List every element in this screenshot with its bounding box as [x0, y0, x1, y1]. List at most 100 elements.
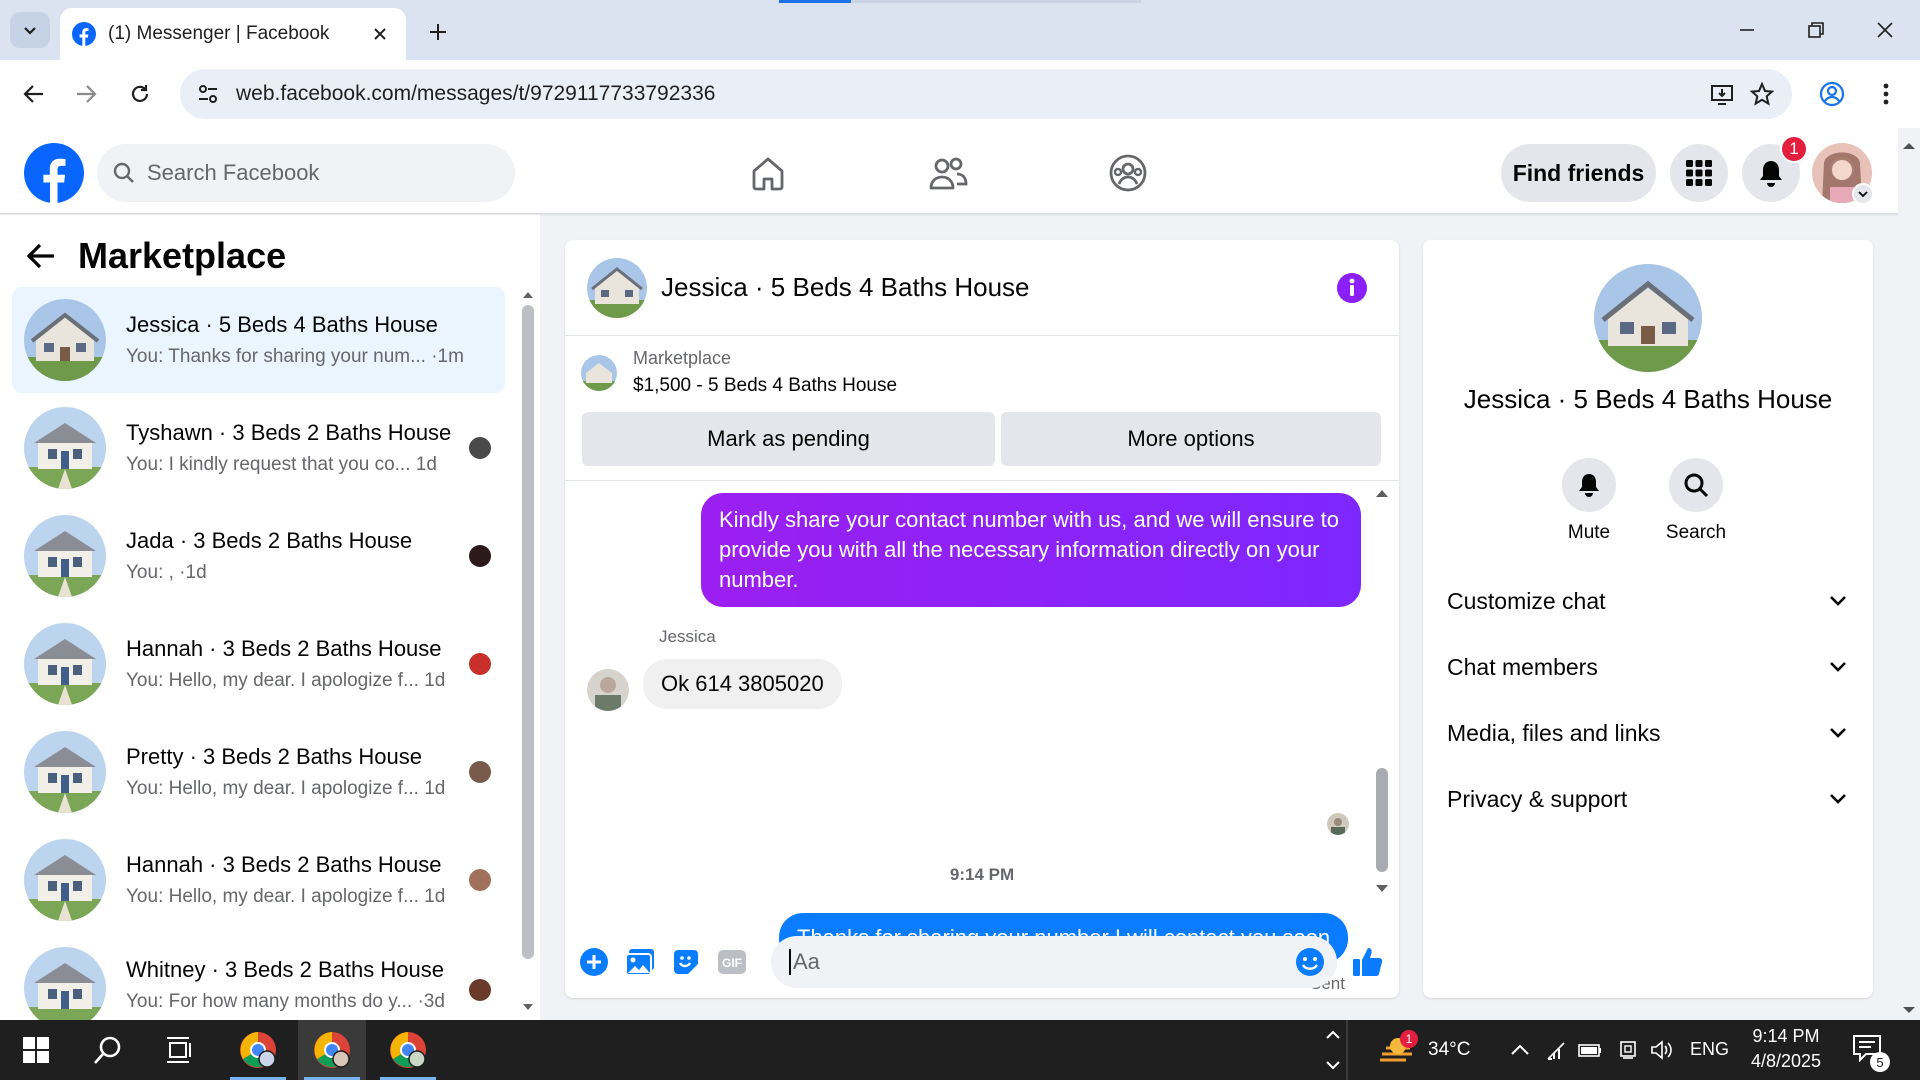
battery-icon[interactable]: [1578, 1041, 1602, 1059]
taskbar-chrome-3[interactable]: [374, 1020, 442, 1080]
back-button[interactable]: [14, 74, 54, 114]
marketplace-label: Marketplace: [633, 348, 732, 368]
chrome-icon: [240, 1032, 276, 1068]
conversation-item[interactable]: Hannah · 3 Beds 2 Baths House You: Hello…: [12, 611, 505, 717]
tab-search-button[interactable]: [10, 12, 50, 48]
network-icon[interactable]: [1546, 1041, 1568, 1061]
close-window-button[interactable]: [1860, 10, 1910, 50]
install-app-button[interactable]: [1702, 74, 1742, 114]
scroll-down-arrow-icon[interactable]: [522, 1003, 534, 1013]
facebook-favicon-icon: [72, 22, 96, 46]
privacy-support-section[interactable]: Privacy & support: [1447, 774, 1847, 824]
chevron-down-icon: [1830, 794, 1846, 804]
chevron-up-icon[interactable]: [1510, 1044, 1530, 1056]
scroll-down-arrow-icon[interactable]: [1375, 884, 1389, 894]
back-arrow-icon[interactable]: [26, 242, 56, 270]
forward-button[interactable]: [66, 74, 106, 114]
tab-close-button[interactable]: [366, 20, 394, 48]
chevron-up-icon[interactable]: [1325, 1028, 1341, 1040]
more-actions-button[interactable]: [577, 945, 611, 979]
facebook-logo[interactable]: [24, 143, 84, 203]
taskbar-search-button[interactable]: [74, 1020, 142, 1080]
taskbar-chrome-1[interactable]: [224, 1020, 292, 1080]
new-tab-button[interactable]: [420, 14, 456, 50]
clock[interactable]: 9:14 PM 4/8/2025: [1740, 1026, 1832, 1072]
message-composer: GIF Aa: [565, 926, 1399, 998]
sticker-button[interactable]: [669, 945, 703, 979]
scroll-up-arrow-icon[interactable]: [522, 289, 534, 299]
restore-button[interactable]: [1791, 10, 1841, 50]
incoming-message: Ok 614 3805020: [643, 659, 842, 709]
conversation-avatar[interactable]: [1594, 264, 1702, 372]
chrome-menu-button[interactable]: [1866, 74, 1906, 114]
task-view-button[interactable]: [146, 1020, 214, 1080]
scroll-up-arrow-icon[interactable]: [1898, 136, 1920, 156]
site-info-button[interactable]: [188, 74, 228, 114]
mute-action[interactable]: Mute: [1539, 458, 1639, 544]
chat-members-section[interactable]: Chat members: [1447, 642, 1847, 692]
conversation-item[interactable]: Jada · 3 Beds 2 Baths House You: , ·1d: [12, 503, 505, 609]
scroll-thumb[interactable]: [1376, 768, 1388, 872]
conversation-list-scrollbar[interactable]: [522, 281, 534, 961]
chat-title[interactable]: Jessica · 5 Beds 4 Baths House: [661, 272, 1335, 303]
sender-avatar[interactable]: [587, 669, 629, 711]
bookmark-button[interactable]: [1742, 74, 1782, 114]
search-facebook-input[interactable]: Search Facebook: [97, 144, 515, 202]
message-input[interactable]: Aa: [771, 936, 1337, 988]
tab-messenger[interactable]: (1) Messenger | Facebook: [60, 8, 406, 60]
scroll-down-arrow-icon[interactable]: [1898, 1000, 1920, 1020]
search-action[interactable]: Search: [1646, 458, 1746, 544]
nav-groups[interactable]: [1098, 148, 1158, 198]
minimize-button[interactable]: [1722, 10, 1772, 50]
taskbar-chrome-2[interactable]: [298, 1020, 366, 1080]
emoji-icon[interactable]: [1295, 947, 1325, 977]
account-menu-caret[interactable]: [1852, 183, 1874, 205]
chevron-down-icon: [1858, 191, 1868, 198]
menu-button[interactable]: [1670, 144, 1728, 202]
device-icon[interactable]: [1618, 1040, 1638, 1060]
more-options-button[interactable]: More options: [1001, 412, 1381, 466]
profile-button[interactable]: [1812, 74, 1852, 114]
conversation-item[interactable]: Tyshawn · 3 Beds 2 Baths House You: I ki…: [12, 395, 505, 501]
conversation-item[interactable]: Whitney · 3 Beds 2 Baths House You: For …: [12, 935, 505, 1021]
house-thumbnail: [24, 623, 106, 705]
marketplace-listing[interactable]: Marketplace $1,500 - 5 Beds 4 Baths Hous…: [581, 348, 897, 397]
conversation-item[interactable]: Hannah · 3 Beds 2 Baths House You: Hello…: [12, 827, 505, 933]
house-thumbnail: [24, 407, 106, 489]
chevron-down-icon: [1830, 662, 1846, 672]
thread-scrollbar[interactable]: [1375, 480, 1389, 916]
chevron-down-icon[interactable]: [1325, 1060, 1341, 1072]
mark-as-pending-button[interactable]: Mark as pending: [582, 412, 995, 466]
like-button[interactable]: [1351, 945, 1385, 979]
customize-chat-section[interactable]: Customize chat: [1447, 576, 1847, 626]
house-thumbnail: [24, 947, 106, 1021]
language-indicator[interactable]: ENG: [1690, 1039, 1729, 1060]
conversation-preview: You: , ·1d: [126, 562, 207, 583]
listing-thumbnail: [581, 354, 617, 391]
attach-photo-button[interactable]: [623, 945, 657, 979]
chat-avatar[interactable]: [587, 257, 647, 318]
speaker-icon[interactable]: [1650, 1040, 1674, 1060]
scroll-thumb[interactable]: [522, 305, 534, 959]
notification-count-badge: 5: [1870, 1052, 1890, 1072]
search-icon: [113, 162, 134, 183]
conversation-item[interactable]: Jessica · 5 Beds 4 Baths House You: Than…: [12, 287, 505, 393]
scroll-up-arrow-icon[interactable]: [1375, 488, 1389, 498]
search-icon: [1684, 473, 1709, 498]
nav-home[interactable]: [738, 148, 798, 198]
gif-button[interactable]: GIF: [715, 945, 749, 979]
conversation-name: Jada · 3 Beds 2 Baths House: [126, 528, 413, 553]
conversation-item[interactable]: Pretty · 3 Beds 2 Baths House You: Hello…: [12, 719, 505, 825]
reload-button[interactable]: [120, 74, 160, 114]
find-friends-button[interactable]: Find friends: [1501, 144, 1656, 202]
info-icon[interactable]: [1335, 271, 1369, 305]
media-files-links-section[interactable]: Media, files and links: [1447, 708, 1847, 758]
facebook-logo-icon: [24, 143, 84, 203]
nav-friends[interactable]: [918, 148, 978, 198]
url-text[interactable]: web.facebook.com/messages/t/972911773379…: [236, 82, 1702, 106]
page-scrollbar[interactable]: [1898, 128, 1920, 1020]
conversation-preview: You: Hello, my dear. I apologize f... 1d: [126, 670, 446, 691]
address-bar[interactable]: web.facebook.com/messages/t/972911773379…: [180, 69, 1792, 119]
taskbar-scroll[interactable]: [1320, 1020, 1346, 1080]
start-button[interactable]: [2, 1020, 70, 1080]
